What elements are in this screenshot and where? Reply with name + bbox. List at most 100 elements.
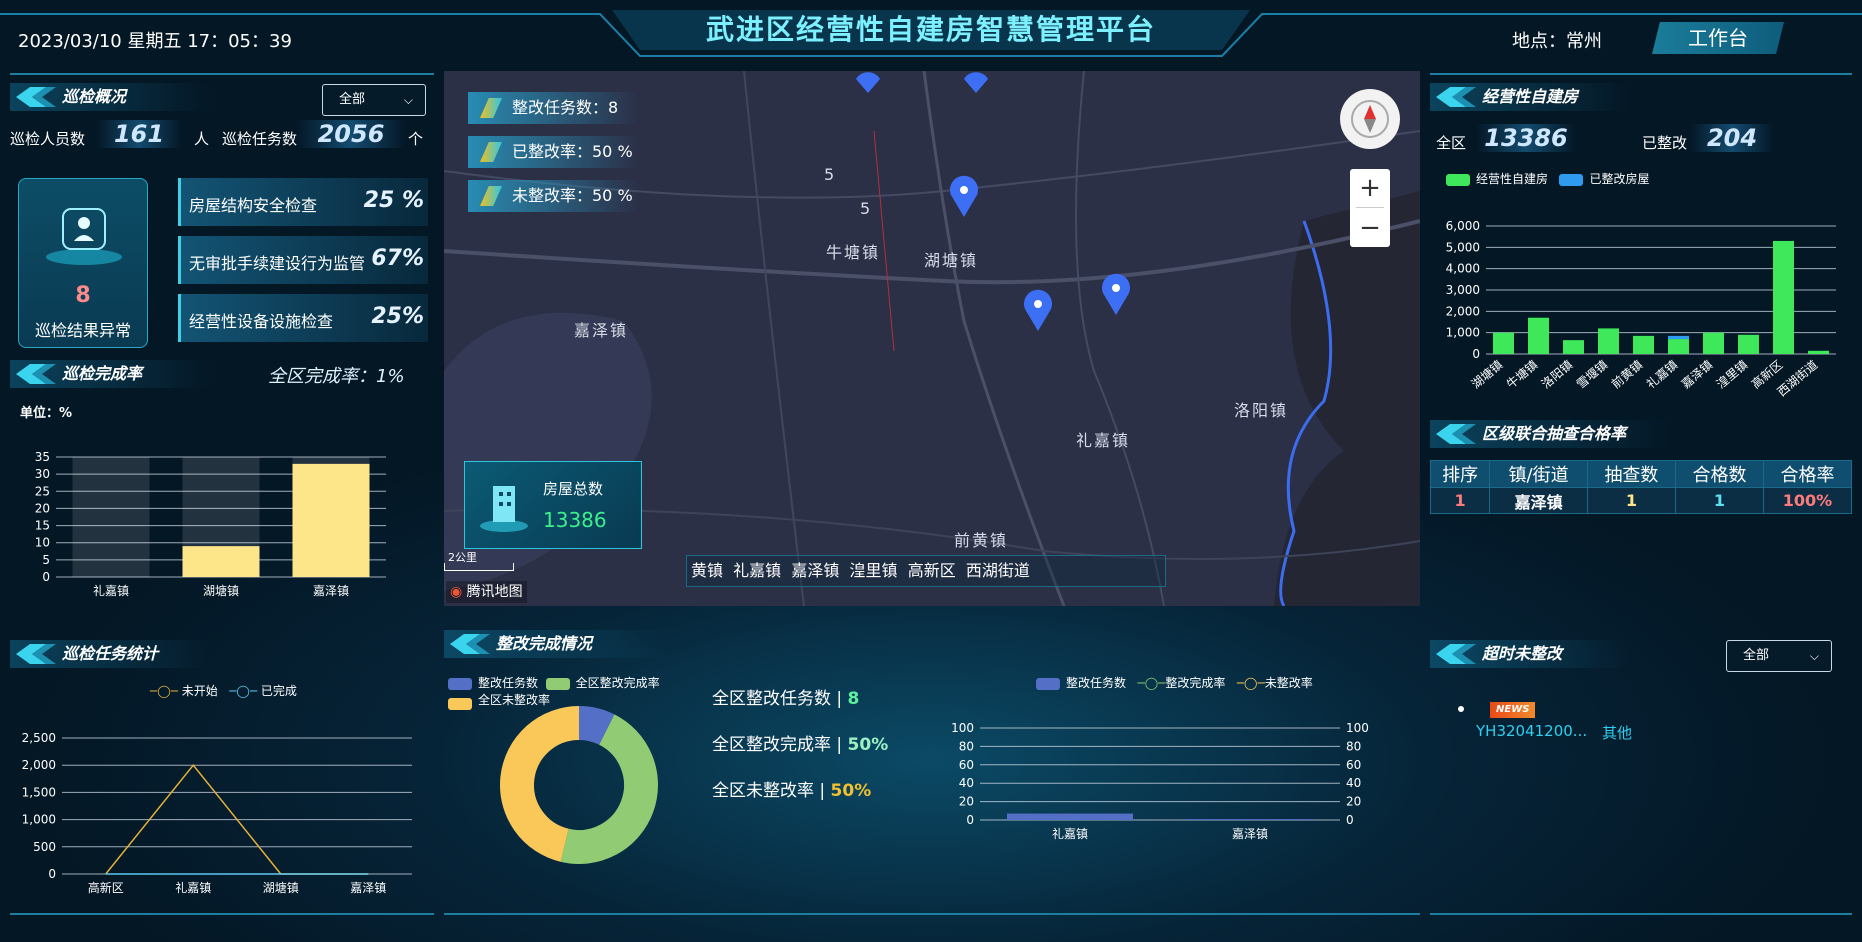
section-title-text: 巡检完成率 [62, 364, 143, 383]
table-cell: 1 [1586, 487, 1676, 514]
rectification-bar-chart: 100 100 80 80 60 60 40 40 20 20 0 0 礼嘉镇 嘉泽镇 [951, 721, 1369, 841]
page-title: 武进区经营性自建房智慧管理平台 [705, 13, 1156, 46]
staff-unit: 人 [194, 130, 210, 148]
y-tick-label: 3,000 [1446, 283, 1480, 297]
y-tick-label: 0 [42, 570, 50, 584]
chevron-icon [1436, 424, 1476, 444]
y-tick-label: 20 [959, 795, 974, 809]
anomaly-card[interactable]: 8 巡检结果异常 [18, 178, 148, 348]
zoom-out-button[interactable]: − [1350, 209, 1390, 247]
map-scale-bar [444, 563, 514, 571]
location-value: 常州 [1566, 31, 1602, 52]
task-label: 无审批手续建设行为监管 [189, 254, 366, 273]
legend-marker-icon: ─◯─ [1236, 676, 1265, 690]
map-marker-icon[interactable] [1022, 289, 1054, 331]
legend-label: 未开始 [181, 684, 218, 698]
task-percent: 25 % [363, 188, 424, 213]
bar-self-built [1493, 332, 1514, 354]
legend-swatch [1446, 173, 1470, 186]
task-percent: 67% [371, 246, 424, 271]
legend-label: 全区整改完成率 [575, 676, 660, 690]
section-title-text: 超时未整改 [1482, 644, 1563, 663]
filter-value: 全部 [339, 92, 366, 107]
bar-self-built [1668, 339, 1689, 354]
legend-label: 已整改房屋 [1589, 172, 1650, 186]
bar-self-built [1563, 340, 1584, 354]
inspection-icon [46, 208, 122, 265]
map-stat-done-rate: 已整改率：50 % [468, 136, 638, 168]
table-cell: 1 [1674, 487, 1764, 514]
map-brand-icon: ◉ [450, 584, 463, 600]
y-tick-label: 15 [35, 519, 50, 533]
y-tick-label: 500 [33, 840, 56, 854]
legend-marker-icon: ─◯─ [150, 684, 178, 698]
map-brand: ◉ 腾讯地图 [446, 581, 527, 603]
table-row[interactable]: 1 嘉泽镇 1 1 100% [1429, 487, 1853, 514]
y-tick-label-right: 100 [1346, 721, 1369, 735]
filter-value: 全部 [1743, 648, 1770, 663]
panel-frame-left [10, 73, 434, 75]
table-header-cell: 排序 [1429, 460, 1491, 488]
map-stat-undone-rate: 未整改率：50 % [468, 180, 638, 212]
task-row[interactable]: 房屋结构安全检查 25 % [178, 178, 428, 226]
town-ticker: 黄镇 礼嘉镇 嘉泽镇 湟里镇 高新区 西湖街道 [686, 555, 1166, 587]
stat-bar-icon [480, 186, 502, 206]
stat-bar-icon [480, 142, 502, 162]
workbench-button[interactable]: 工作台 [1652, 22, 1784, 54]
news-badge: NEWS [1490, 702, 1536, 718]
zoom-control: + − [1350, 169, 1390, 247]
task-row[interactable]: 无审批手续建设行为监管 67% [178, 236, 428, 284]
y-tick-label: 80 [959, 739, 974, 753]
bar-rectification-tasks [1007, 813, 1133, 820]
compass-icon[interactable] [1340, 89, 1400, 149]
map-marker-icon[interactable] [852, 71, 884, 93]
legend-label: 整改完成率 [1165, 676, 1226, 690]
section-title-overdue: 超时未整改 [1430, 640, 1630, 668]
clock: 2023/03/10 星期五 17：05：39 [18, 31, 292, 52]
section-title-task-stats: 巡检任务统计 [10, 640, 210, 668]
list-bullet [1458, 706, 1464, 712]
overdue-item-id[interactable]: YH32041200... [1476, 722, 1587, 740]
legend-swatch [1036, 677, 1060, 690]
map-place-label: 礼嘉镇 [1076, 431, 1131, 450]
zoom-divider [1356, 207, 1384, 208]
stat-value: 8 [847, 689, 860, 709]
unit-label: 单位：% [20, 406, 73, 421]
chevron-icon [1436, 644, 1476, 664]
rectified-value: 204 [1690, 124, 1774, 152]
y-tick-label: 1,000 [1446, 326, 1480, 340]
map-marker-icon[interactable] [948, 175, 980, 217]
y-tick-label: 0 [48, 867, 56, 881]
joint-check-table: 排序 镇/街道 抽查数 合格数 合格率 1 嘉泽镇 1 1 100% [1429, 460, 1853, 514]
overdue-filter-select[interactable]: 全部 ⌵ [1726, 640, 1832, 672]
map-marker-icon[interactable] [960, 71, 992, 93]
section-title-rectification: 整改完成情况 [444, 630, 664, 658]
donut-slice [500, 706, 580, 862]
task-label: 房屋结构安全检查 [189, 196, 318, 215]
inspection-filter-select[interactable]: 全部 ⌵ [322, 84, 426, 116]
bar-completion [292, 463, 370, 577]
y-tick-label-right: 80 [1346, 739, 1361, 753]
x-tick-label: 嘉泽镇 [1679, 358, 1716, 392]
table-header-row: 排序 镇/街道 抽查数 合格数 合格率 [1429, 460, 1853, 488]
bar-rectified [1668, 335, 1689, 340]
map-marker-icon[interactable] [1100, 273, 1132, 315]
overdue-item-type: 其他 [1602, 724, 1633, 742]
self-built-legend: 经营性自建房 已整改房屋 [1446, 170, 1649, 187]
stat-label: 全区未整改率 | [712, 781, 831, 801]
legend-label: 整改任务数 [1066, 676, 1127, 690]
staff-label: 巡检人员数 [10, 130, 86, 148]
legend-label: 未整改率 [1264, 676, 1313, 690]
table-header-cell: 合格率 [1762, 460, 1853, 488]
bar-self-built [1528, 317, 1549, 354]
task-label: 巡检任务数 [222, 130, 298, 148]
map-stat-label: 未整改率：50 % [512, 186, 633, 205]
undone-rate-stat: 全区未整改率 | 50% [712, 776, 871, 801]
x-tick-label: 嘉泽镇 [313, 584, 349, 598]
x-tick-label: 洛阳镇 [1538, 357, 1575, 392]
task-row[interactable]: 经营性设备设施检查 25% [178, 294, 428, 342]
y-tick-label: 40 [959, 776, 974, 790]
staff-count: 161 [96, 120, 182, 148]
x-tick-label: 嘉泽镇 [350, 881, 386, 895]
zoom-in-button[interactable]: + [1350, 169, 1390, 207]
